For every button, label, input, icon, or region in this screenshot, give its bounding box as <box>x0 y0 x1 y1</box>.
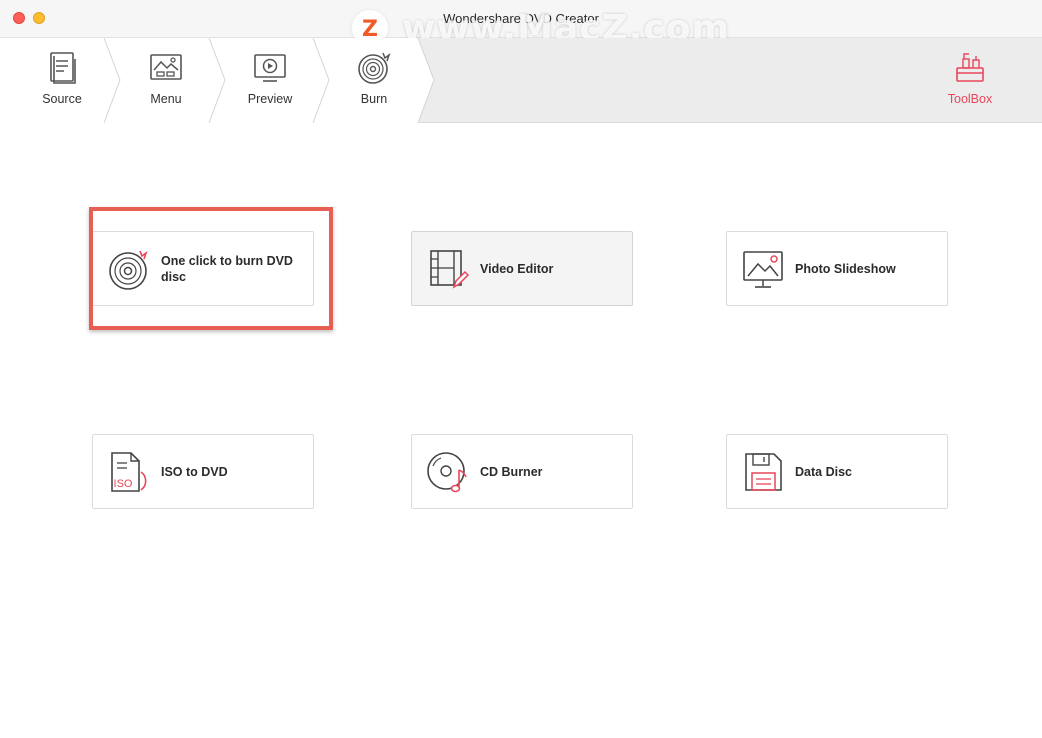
tool-card-label: One click to burn DVD disc <box>161 253 293 284</box>
floppy-disk-icon <box>745 452 782 491</box>
title-bar: Wondershare DVD Creator <box>0 0 1042 38</box>
toolbox-label: ToolBox <box>947 92 993 106</box>
window-title: Wondershare DVD Creator <box>443 11 599 26</box>
cd-music-icon <box>427 451 467 492</box>
step-menu-label: Menu <box>150 92 182 106</box>
preview-icon <box>254 54 286 82</box>
iso-file-icon: ISO <box>111 451 147 492</box>
tool-card-cd-burner[interactable]: CD Burner <box>411 434 633 509</box>
step-preview[interactable]: Preview <box>218 38 322 123</box>
step-source-label: Source <box>42 92 82 106</box>
photo-slideshow-icon <box>743 250 783 288</box>
step-bar: Source Menu Preview Burn ToolBox <box>0 38 1042 123</box>
step-source[interactable]: Source <box>10 38 114 123</box>
step-burn-label: Burn <box>360 92 388 106</box>
tool-card-one-click-burn[interactable]: One click to burn DVD disc <box>92 231 314 306</box>
tool-card-label: Data Disc <box>795 464 852 479</box>
tool-card-iso-to-dvd[interactable]: ISO ISO to DVD <box>92 434 314 509</box>
tool-card-label: ISO to DVD <box>161 464 228 479</box>
source-icon <box>50 52 76 84</box>
svg-text:ISO: ISO <box>114 478 133 490</box>
tool-card-label: Video Editor <box>480 261 554 276</box>
video-editor-icon <box>430 249 470 289</box>
tool-card-label: CD Burner <box>480 464 543 479</box>
tool-card-video-editor[interactable]: Video Editor <box>411 231 633 306</box>
disc-burn-icon <box>109 250 148 290</box>
tool-card-label: Photo Slideshow <box>795 261 896 276</box>
burn-icon <box>358 52 391 84</box>
tool-card-data-disc[interactable]: Data Disc <box>726 434 948 509</box>
tool-card-photo-slideshow[interactable]: Photo Slideshow <box>726 231 948 306</box>
toolbox-tab[interactable]: ToolBox <box>928 38 1012 123</box>
step-menu[interactable]: Menu <box>114 38 218 123</box>
toolbox-icon <box>956 53 984 82</box>
menu-icon <box>150 54 182 80</box>
step-preview-label: Preview <box>247 92 293 106</box>
step-burn[interactable]: Burn <box>322 38 426 123</box>
